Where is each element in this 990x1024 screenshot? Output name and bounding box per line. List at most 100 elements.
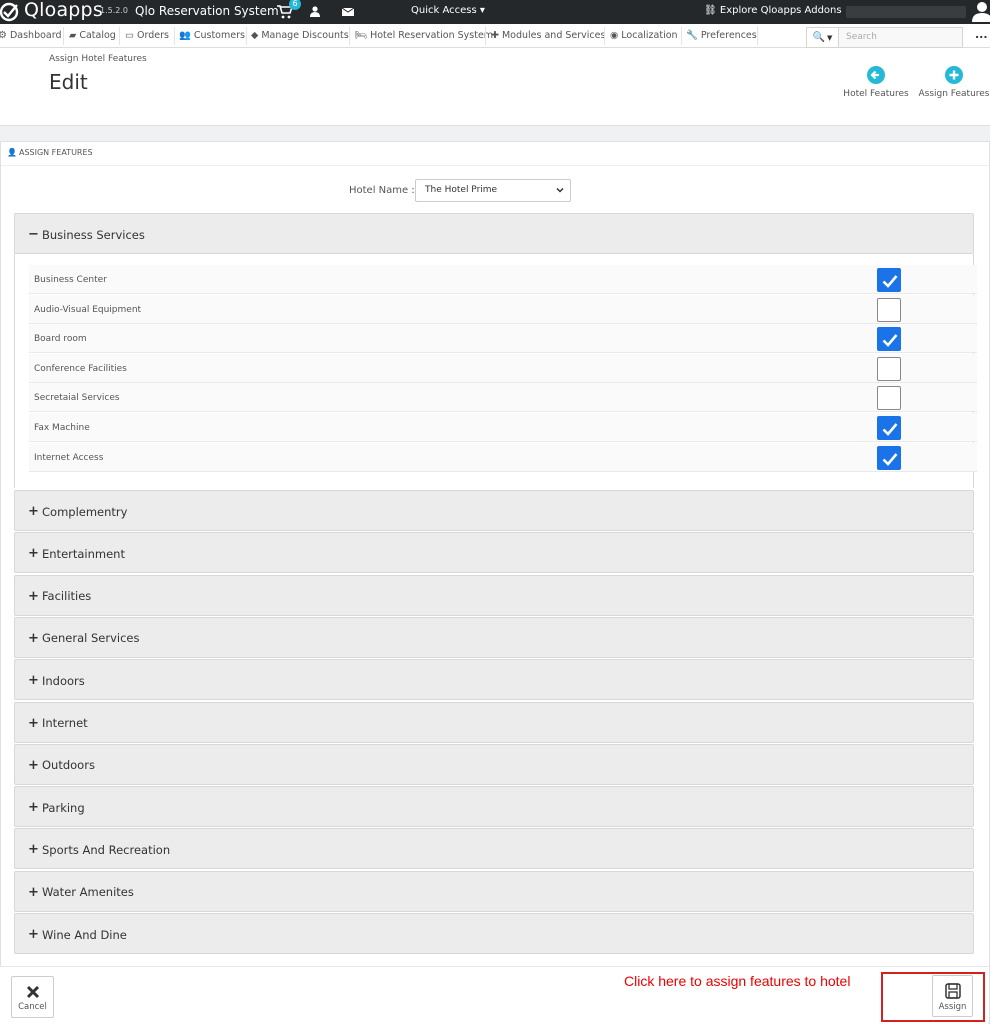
feature-row: Board room: [29, 324, 977, 354]
group-title: Wine And Dine: [42, 927, 127, 942]
check-icon: [882, 275, 898, 288]
globe-icon: ◉: [610, 30, 619, 41]
panel-heading: 👤 ASSIGN FEATURES: [7, 148, 93, 157]
qloapps-logo-icon[interactable]: [0, 1, 22, 23]
users-icon: 👥: [179, 30, 191, 41]
panel-footer: Cancel Click here to assign features to …: [0, 966, 988, 1024]
minus-icon: −: [28, 227, 39, 242]
feature-row: Internet Access: [29, 442, 977, 472]
system-name[interactable]: Qlo Reservation System: [135, 4, 279, 18]
hotel-features-button[interactable]: Hotel Features: [843, 66, 909, 99]
logo-text[interactable]: Qloapps: [24, 0, 103, 21]
mail-icon[interactable]: [342, 8, 354, 16]
add-circle-icon: [945, 66, 963, 84]
nav-modules[interactable]: ✚ Modules and Services: [491, 30, 605, 41]
wrench-icon: 🔧: [686, 30, 698, 41]
feature-checkbox[interactable]: [877, 445, 901, 470]
feature-checkbox[interactable]: [877, 268, 901, 292]
page-header: Assign Hotel Features Edit Hotel Feature…: [0, 48, 990, 126]
search-type-button[interactable]: 🔍 ▼: [807, 28, 839, 47]
feature-checkbox[interactable]: [877, 356, 901, 381]
nav-catalog[interactable]: ▰ Catalog: [69, 30, 116, 41]
accordion-group[interactable]: + Wine And Dine: [14, 913, 974, 954]
top-bar: Qloapps 1.5.2.0 Qlo Reservation System 6…: [0, 0, 990, 24]
explore-label: Explore Qloapps Addons: [719, 5, 842, 16]
chevron-down-icon: [556, 187, 564, 193]
check-icon: [882, 452, 898, 466]
more-menu-icon[interactable]: ...: [975, 28, 988, 41]
dashboard-icon: ⚙: [0, 30, 7, 41]
nav-dashboard[interactable]: ⚙ Dashboard: [0, 30, 62, 41]
accordion-group[interactable]: + Indoors: [14, 659, 974, 701]
assign-label: Assign: [938, 1002, 967, 1012]
group-title: General Services: [42, 631, 140, 646]
annotation-note: Click here to assign features to hotel: [624, 973, 851, 989]
avatar[interactable]: [970, 0, 990, 22]
plus-icon: +: [28, 884, 39, 900]
feature-row: Fax Machine: [29, 413, 977, 442]
accordion-group[interactable]: + Sports And Recreation: [14, 828, 974, 870]
cancel-button[interactable]: Cancel: [11, 976, 54, 1018]
search-input[interactable]: Search: [846, 32, 877, 42]
back-arrow-icon: [867, 66, 885, 84]
main-nav: ⚙ Dashboard ▰ Catalog ▭ Orders 👥 Customers ◆…: [0, 24, 990, 48]
credit-card-icon: ▭: [125, 30, 134, 41]
check-icon: [882, 334, 898, 348]
accordion-group[interactable]: + General Services: [14, 616, 974, 658]
plus-icon: +: [28, 757, 39, 773]
employee-name-blurred[interactable]: [846, 6, 966, 18]
book-icon: ▰: [69, 30, 77, 41]
cancel-label: Cancel: [18, 1002, 47, 1012]
feature-checkbox[interactable]: [877, 386, 901, 411]
feature-checkbox[interactable]: [877, 416, 901, 440]
accordion-group[interactable]: + Water Amenites: [14, 870, 974, 912]
hotel-name-select[interactable]: The Hotel Prime: [415, 179, 571, 202]
group-title: Business Services: [42, 227, 145, 242]
caret-down-icon: ▼: [827, 33, 833, 42]
page-title: Edit: [49, 70, 88, 94]
quick-access-menu[interactable]: Quick Access ▾: [411, 5, 485, 16]
hotel-name-label: Hotel Name :: [349, 185, 415, 196]
feature-row: Secretaial Services: [29, 383, 977, 413]
version-label: 1.5.2.0: [100, 6, 128, 15]
accordion-group[interactable]: + Outdoors: [14, 743, 974, 785]
assign-button[interactable]: Assign: [932, 975, 973, 1017]
nav-manage-discounts[interactable]: ◆ Manage Discounts: [251, 30, 349, 41]
user-small-icon: 👤: [7, 148, 17, 157]
accordion-group[interactable]: + Complementry: [14, 490, 974, 531]
feature-checkbox[interactable]: [877, 327, 901, 352]
group-business-services[interactable]: − Business Services: [14, 213, 974, 254]
plus-icon: +: [28, 588, 39, 604]
nav-orders[interactable]: ▭ Orders: [125, 30, 169, 41]
feature-checkbox[interactable]: [877, 297, 901, 322]
nav-preferences[interactable]: 🔧 Preferences: [686, 30, 757, 41]
nav-hotel-reservation[interactable]: 🛏 Hotel Reservation System: [355, 30, 493, 41]
explore-addons-link[interactable]: ⛓ Explore Qloapps Addons: [704, 5, 842, 16]
user-icon[interactable]: [310, 6, 320, 17]
search-icon: 🔍: [812, 32, 826, 43]
feature-label: Conference Facilities: [34, 363, 127, 374]
accordion-group[interactable]: + Facilities: [14, 574, 974, 616]
assign-features-button[interactable]: Assign Features: [918, 66, 990, 99]
nav-customers[interactable]: 👥 Customers: [179, 30, 245, 41]
group-title: Entertainment: [42, 546, 125, 561]
group-title: Complementry: [42, 504, 128, 519]
nav-localization[interactable]: ◉ Localization: [610, 30, 678, 41]
accordion-group[interactable]: + Entertainment: [14, 532, 974, 574]
feature-label: Fax Machine: [34, 423, 90, 433]
plus-icon: +: [28, 800, 39, 816]
plus-icon: +: [28, 673, 39, 689]
plus-icon: +: [28, 715, 39, 731]
group-title: Indoors: [42, 673, 85, 688]
accordion-group[interactable]: + Internet: [14, 701, 974, 743]
plus-icon: +: [28, 546, 39, 562]
save-icon: [944, 983, 961, 999]
plus-icon: +: [28, 842, 39, 858]
hotel-features-label: Hotel Features: [843, 89, 909, 99]
feature-label: Business Center: [34, 275, 107, 285]
accordion-group[interactable]: + Parking: [14, 786, 974, 828]
breadcrumb[interactable]: Assign Hotel Features: [49, 54, 147, 64]
group-title: Outdoors: [42, 758, 95, 773]
puzzle-piece-icon: ✚: [491, 30, 499, 41]
plus-icon: +: [28, 630, 39, 646]
